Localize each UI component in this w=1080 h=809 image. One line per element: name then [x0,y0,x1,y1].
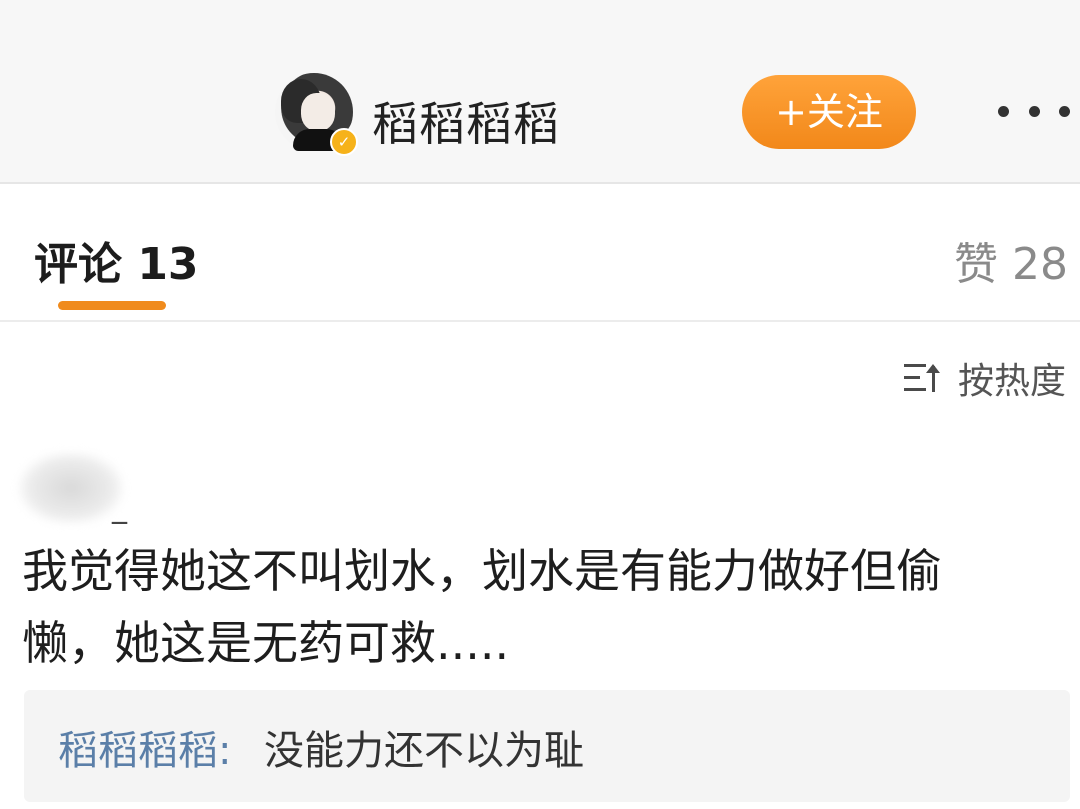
follow-button[interactable]: +关注 [742,75,916,149]
commenter-avatar[interactable] [18,452,124,524]
tab-bar: 评论 13 赞 28 [0,184,1080,322]
more-horizontal-icon[interactable] [998,96,1070,126]
reply-author[interactable]: 稻稻稻稻: [58,718,231,776]
comment-text: 我觉得她这不叫划水，划水是有能力做好但偷懒，她这是无药可救..... [22,544,942,670]
tab-comments[interactable]: 评论 13 [34,228,199,292]
verified-badge-icon: ✓ [330,128,358,156]
dot [1059,105,1070,117]
commenter-name[interactable]: _ [112,490,127,525]
avatar-face [301,93,335,131]
profile-header: ✓ 稻稻稻稻 +关注 [0,0,1080,184]
username[interactable]: 稻稻稻稻 [372,88,560,154]
dot [998,105,1009,117]
active-tab-indicator [58,301,166,310]
reply-text: 没能力还不以为耻 [264,728,584,774]
dot [1028,105,1040,117]
sort-label: 按热度 [957,361,1066,402]
reply-box[interactable]: 稻稻稻稻: 没能力还不以为耻 [24,690,1070,802]
tab-likes[interactable]: 赞 28 [954,228,1068,292]
sort-icon [903,360,944,396]
sort-by-hot-button[interactable]: 按热度 [903,356,1066,402]
